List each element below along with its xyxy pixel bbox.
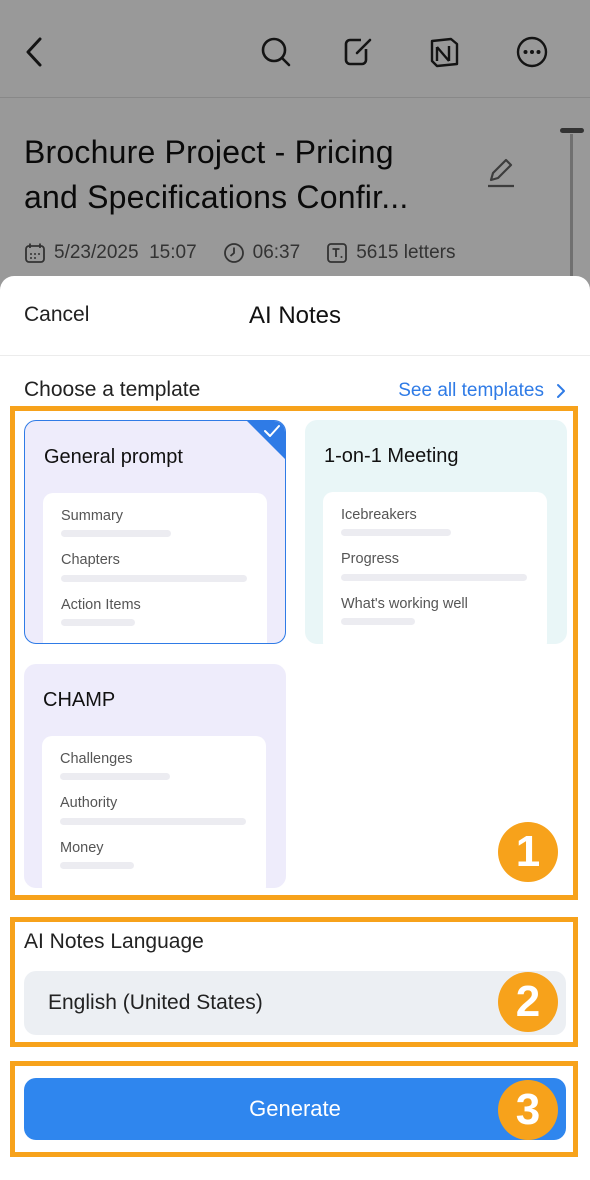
generate-button[interactable]: Generate	[24, 1078, 566, 1140]
sheet-header: Cancel AI Notes	[0, 276, 590, 356]
preview-line	[60, 773, 170, 780]
checkmark-icon	[264, 425, 280, 437]
preview-line	[61, 575, 247, 582]
preview-row: Icebreakers	[341, 507, 417, 523]
preview-row: Progress	[341, 551, 400, 567]
template-preview: Icebreakers Progress What's working well	[323, 492, 547, 644]
annotation-badge-2: 2	[498, 972, 558, 1032]
preview-row: What's working well	[341, 596, 468, 612]
see-all-label: See all templates	[398, 380, 544, 401]
template-preview: Challenges Authority Money	[42, 736, 266, 888]
language-value: English (United States)	[48, 991, 263, 1014]
preview-line	[61, 619, 135, 626]
template-card-general-prompt[interactable]: General prompt Summary Chapters Action I…	[24, 420, 286, 644]
annotation-badge-1: 1	[498, 822, 558, 882]
template-preview: Summary Chapters Action Items	[43, 493, 267, 643]
preview-row: Money	[60, 840, 104, 856]
preview-row: Challenges	[60, 751, 133, 767]
preview-row: Action Items	[61, 597, 141, 613]
template-title: 1-on-1 Meeting	[324, 445, 459, 467]
preview-line	[341, 618, 415, 625]
chevron-right-icon	[557, 384, 565, 398]
sheet-title: AI Notes	[248, 302, 342, 329]
choose-template-label: Choose a template	[24, 378, 201, 401]
preview-line	[341, 529, 451, 536]
see-all-templates-link[interactable]: See all templates	[398, 380, 566, 402]
preview-line	[60, 862, 134, 869]
preview-row: Summary	[61, 508, 124, 524]
template-title: CHAMP	[43, 689, 116, 711]
language-label: AI Notes Language	[24, 930, 204, 953]
annotation-badge-3: 3	[498, 1080, 558, 1140]
preview-row: Chapters	[61, 552, 120, 568]
preview-line	[61, 530, 171, 537]
template-card-1-on-1-meeting[interactable]: 1-on-1 Meeting Icebreakers Progress What…	[305, 420, 567, 644]
ai-notes-sheet: Cancel AI Notes Choose a template See al…	[0, 276, 590, 1180]
preview-row: Authority	[60, 795, 118, 811]
language-selector[interactable]: English (United States)	[24, 971, 566, 1035]
template-card-champ[interactable]: CHAMP Challenges Authority Money	[24, 664, 286, 888]
preview-line	[60, 818, 246, 825]
template-title: General prompt	[44, 446, 183, 468]
preview-line	[341, 574, 527, 581]
